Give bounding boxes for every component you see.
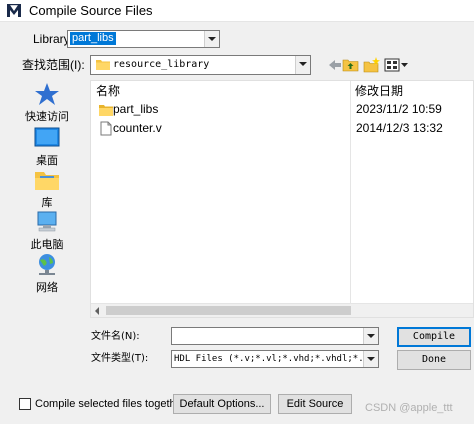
place-quick-access[interactable]: 快速访问 xyxy=(19,82,75,123)
place-desktop[interactable]: 桌面 xyxy=(19,126,75,167)
chevron-down-icon[interactable] xyxy=(204,31,219,47)
chevron-down-icon[interactable] xyxy=(363,351,378,367)
column-header-date[interactable]: 修改日期 xyxy=(355,83,403,99)
view-menu-icon[interactable] xyxy=(383,56,409,74)
done-button[interactable]: Done xyxy=(397,350,471,370)
place-library[interactable]: 库 xyxy=(19,168,75,209)
desktop-icon xyxy=(34,127,60,147)
filetype-label: 文件类型(T): xyxy=(91,353,149,364)
computer-icon xyxy=(37,211,57,232)
scroll-left-icon[interactable] xyxy=(91,304,105,317)
place-label: 快速访问 xyxy=(25,111,69,123)
look-in-label: 查找范围(I): xyxy=(22,58,85,72)
place-label: 桌面 xyxy=(36,155,58,167)
place-label: 库 xyxy=(41,197,53,209)
list-item[interactable]: counter.v 2014/12/3 13:32 xyxy=(91,119,473,138)
place-label: 网络 xyxy=(36,282,58,294)
file-name: part_libs xyxy=(113,102,159,116)
file-list[interactable]: 名称 修改日期 part_libs 2023/11/2 10:59 counte… xyxy=(90,80,474,318)
list-item[interactable]: part_libs 2023/11/2 10:59 xyxy=(91,100,473,119)
edit-source-button[interactable]: Edit Source xyxy=(278,394,352,414)
folder-icon xyxy=(96,60,110,70)
horizontal-scrollbar[interactable] xyxy=(91,303,473,317)
scrollbar-thumb[interactable] xyxy=(106,306,351,315)
up-folder-icon[interactable] xyxy=(341,56,361,74)
file-icon xyxy=(100,121,112,136)
folder-icon xyxy=(99,105,113,116)
watermark: CSDN @apple_ttt xyxy=(365,402,453,414)
filetype-value: HDL Files (*.v;*.vl;*.vhd;*.vhdl;*.vh xyxy=(174,354,362,364)
filetype-dropdown[interactable]: HDL Files (*.v;*.vl;*.vhd;*.vhdl;*.vh xyxy=(171,350,379,368)
title-bar: Compile Source Files xyxy=(0,0,474,22)
look-in-dropdown[interactable]: resource_library xyxy=(90,55,311,75)
star-icon xyxy=(35,83,59,105)
filename-label: 文件名(N): xyxy=(91,331,140,342)
library-icon xyxy=(35,172,59,190)
compile-button[interactable]: Compile xyxy=(397,327,471,347)
chevron-down-icon[interactable] xyxy=(295,56,310,74)
library-value: part_libs xyxy=(70,32,116,45)
new-folder-icon[interactable] xyxy=(362,56,382,74)
compile-together-label: Compile selected files together xyxy=(35,398,186,410)
chevron-down-icon[interactable] xyxy=(363,328,378,344)
file-date: 2023/11/2 10:59 xyxy=(356,102,442,116)
place-this-pc[interactable]: 此电脑 xyxy=(19,210,75,251)
look-in-value: resource_library xyxy=(113,59,210,70)
default-options-button[interactable]: Default Options... xyxy=(173,394,271,414)
library-dropdown[interactable]: part_libs xyxy=(67,30,220,48)
filename-input[interactable] xyxy=(171,327,379,345)
modelsim-m-icon xyxy=(7,4,21,17)
column-header-name[interactable]: 名称 xyxy=(96,83,120,99)
place-label: 此电脑 xyxy=(30,239,64,251)
file-name: counter.v xyxy=(113,121,162,135)
network-icon xyxy=(39,254,55,275)
compile-together-checkbox[interactable] xyxy=(19,398,31,410)
place-network[interactable]: 网络 xyxy=(19,253,75,294)
file-date: 2014/12/3 13:32 xyxy=(356,121,443,135)
window-title: Compile Source Files xyxy=(29,3,153,18)
